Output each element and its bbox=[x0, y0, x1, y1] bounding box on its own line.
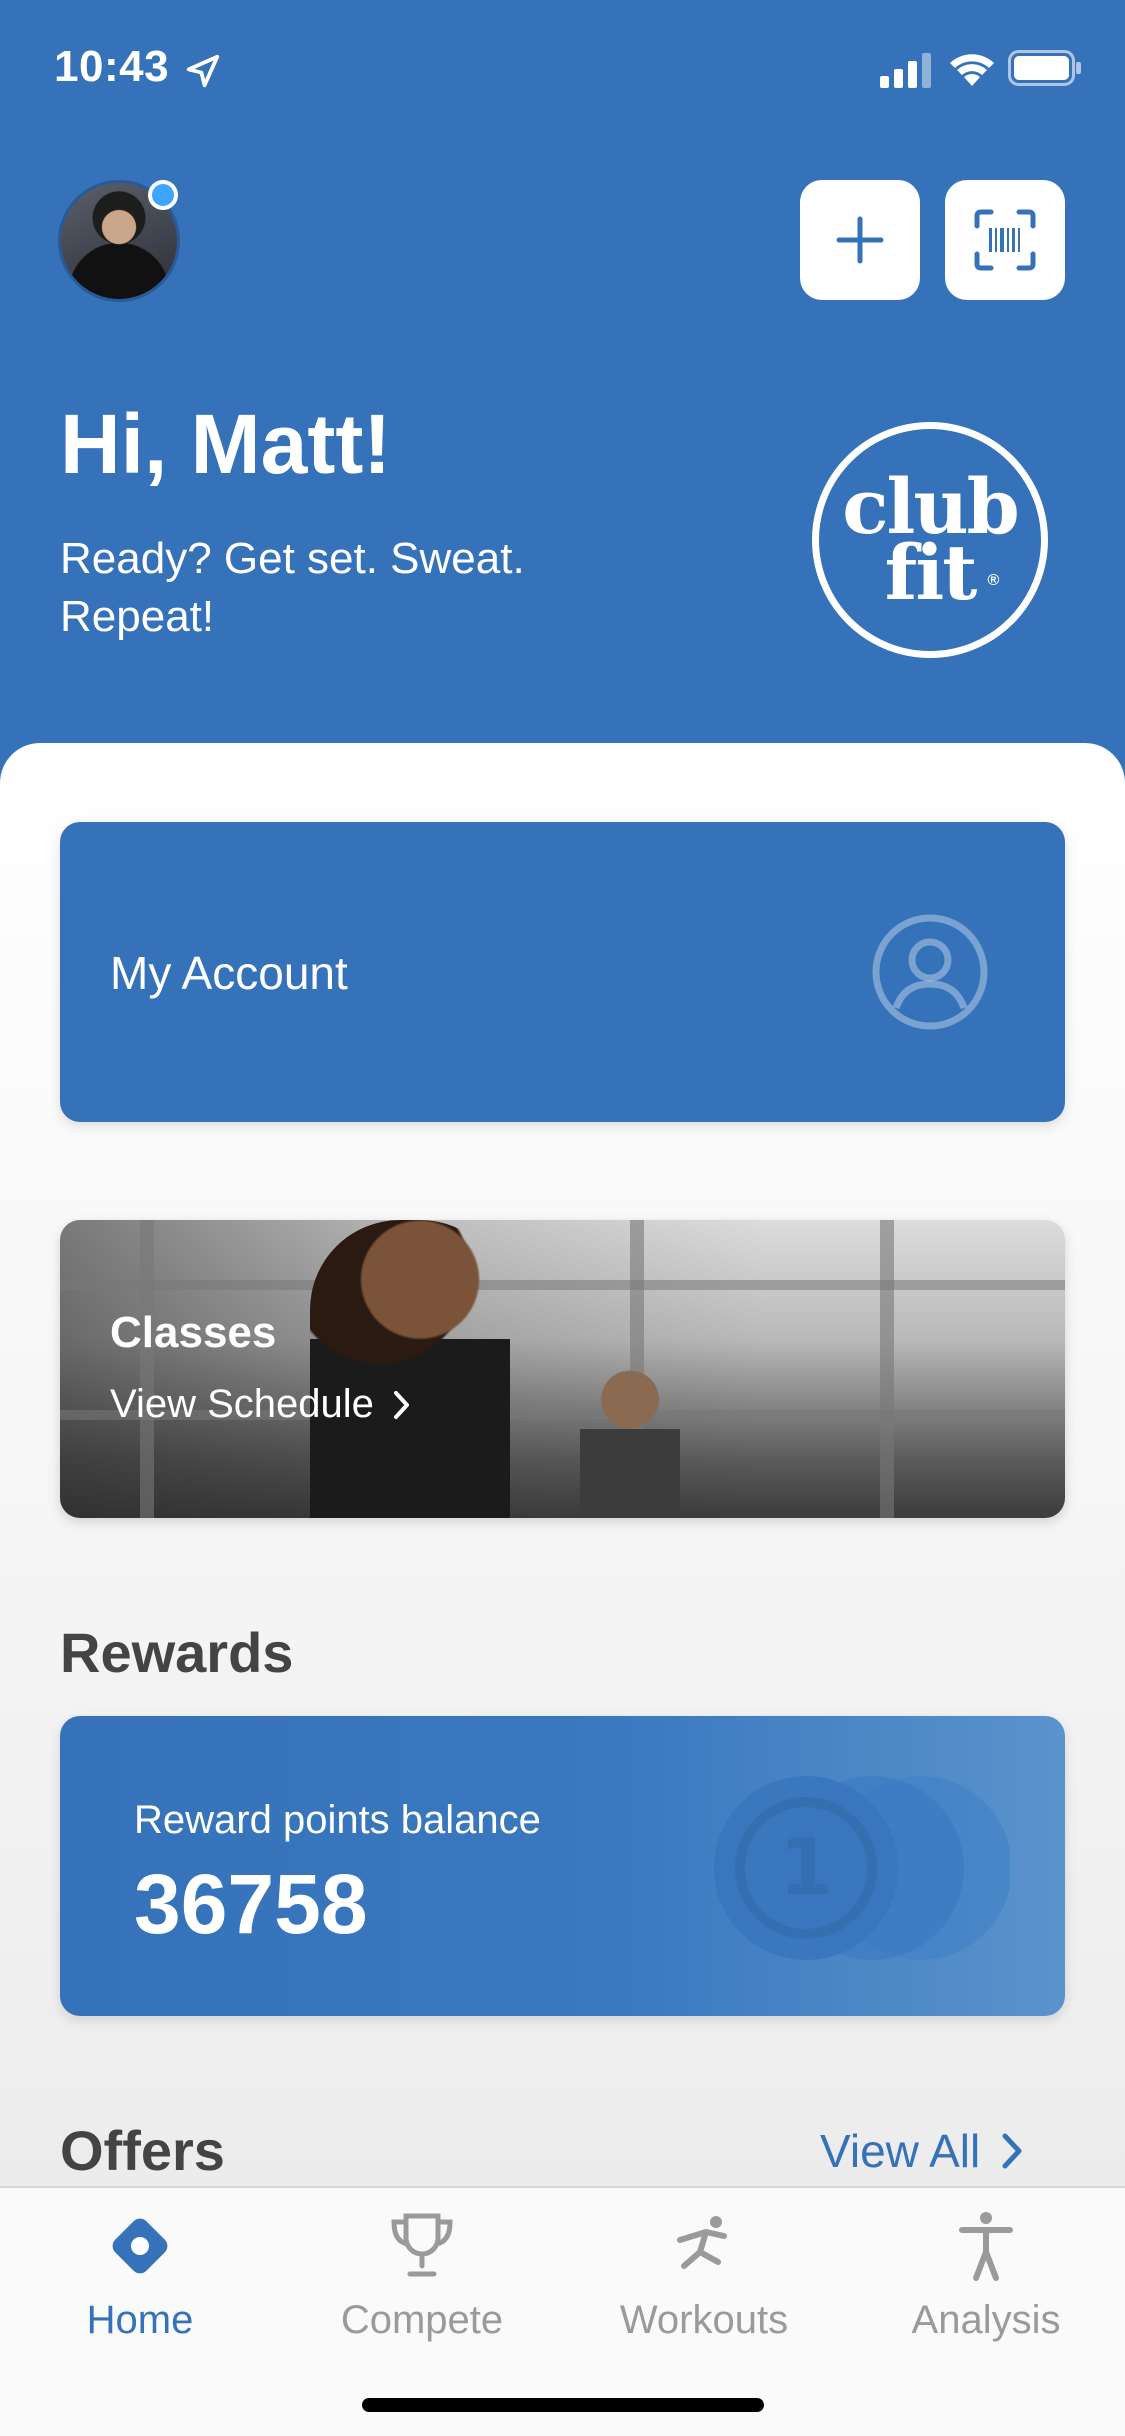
rewards-heading: Rewards bbox=[60, 1621, 294, 1684]
tab-workouts[interactable]: Workouts bbox=[594, 2208, 814, 2358]
trophy-icon bbox=[391, 2213, 453, 2277]
coins-icon: 1 bbox=[714, 1776, 1010, 1960]
home-indicator[interactable] bbox=[362, 2398, 764, 2412]
class-photo-person bbox=[580, 1370, 680, 1518]
status-bar: 10:43 bbox=[0, 0, 1125, 140]
running-figure-icon bbox=[677, 2216, 727, 2269]
chevron-right-icon bbox=[393, 1390, 409, 1419]
chevron-right-icon bbox=[1002, 2133, 1022, 2169]
view-all-label: View All bbox=[820, 2125, 981, 2177]
status-time: 10:43 bbox=[54, 42, 170, 91]
battery-icon bbox=[1008, 50, 1081, 86]
reward-balance-value: 36758 bbox=[134, 1857, 368, 1951]
barcode-scan-icon bbox=[974, 209, 1036, 271]
logo-registered-mark: ® bbox=[987, 572, 1000, 589]
tab-analysis[interactable]: Analysis bbox=[876, 2208, 1096, 2358]
my-account-card[interactable]: My Account bbox=[60, 822, 1065, 1122]
tab-compete[interactable]: Compete bbox=[312, 2208, 532, 2358]
tab-analysis-label: Analysis bbox=[911, 2298, 1061, 2342]
add-button[interactable] bbox=[800, 180, 920, 300]
coin-glyph: 1 bbox=[779, 1823, 833, 1913]
scan-barcode-button[interactable] bbox=[945, 180, 1065, 300]
rewards-card[interactable]: 1 Reward points balance 36758 bbox=[60, 1716, 1065, 2016]
tab-home-label: Home bbox=[86, 2298, 194, 2342]
home-diamond-icon bbox=[112, 2218, 168, 2274]
clubfit-logo: club fit ® bbox=[812, 422, 1048, 658]
offers-heading: Offers bbox=[60, 2119, 225, 2182]
view-schedule-label: View Schedule bbox=[110, 1382, 374, 1426]
tagline: Ready? Get set. Sweat. Repeat! bbox=[60, 534, 525, 641]
tab-workouts-label: Workouts bbox=[619, 2298, 789, 2342]
classes-title: Classes bbox=[110, 1308, 277, 1357]
window-bar bbox=[60, 1280, 1065, 1290]
plus-icon bbox=[836, 216, 884, 264]
logo-line-2-text: fit bbox=[884, 528, 978, 617]
user-circle-icon bbox=[872, 914, 988, 1030]
greeting-title: Hi, Matt! bbox=[60, 397, 392, 491]
my-account-label: My Account bbox=[110, 947, 348, 999]
view-all-link[interactable]: View All bbox=[820, 2124, 1024, 2178]
logo-line-2: fit ® bbox=[885, 535, 1000, 611]
tab-compete-label: Compete bbox=[340, 2298, 504, 2342]
wifi-icon bbox=[950, 54, 994, 86]
classes-card[interactable]: Classes View Schedule bbox=[60, 1220, 1065, 1518]
window-frame bbox=[140, 1220, 154, 1518]
window-frame bbox=[880, 1220, 894, 1518]
tab-home[interactable]: Home bbox=[30, 2208, 250, 2358]
class-photo-person bbox=[310, 1220, 510, 1518]
avatar-status-dot bbox=[148, 180, 178, 210]
location-arrow-icon bbox=[186, 54, 220, 88]
cellular-signal-icon bbox=[880, 53, 931, 88]
view-schedule-link[interactable]: View Schedule bbox=[110, 1382, 412, 1427]
person-standing-icon bbox=[959, 2212, 1013, 2281]
reward-balance-label: Reward points balance bbox=[134, 1798, 541, 1842]
